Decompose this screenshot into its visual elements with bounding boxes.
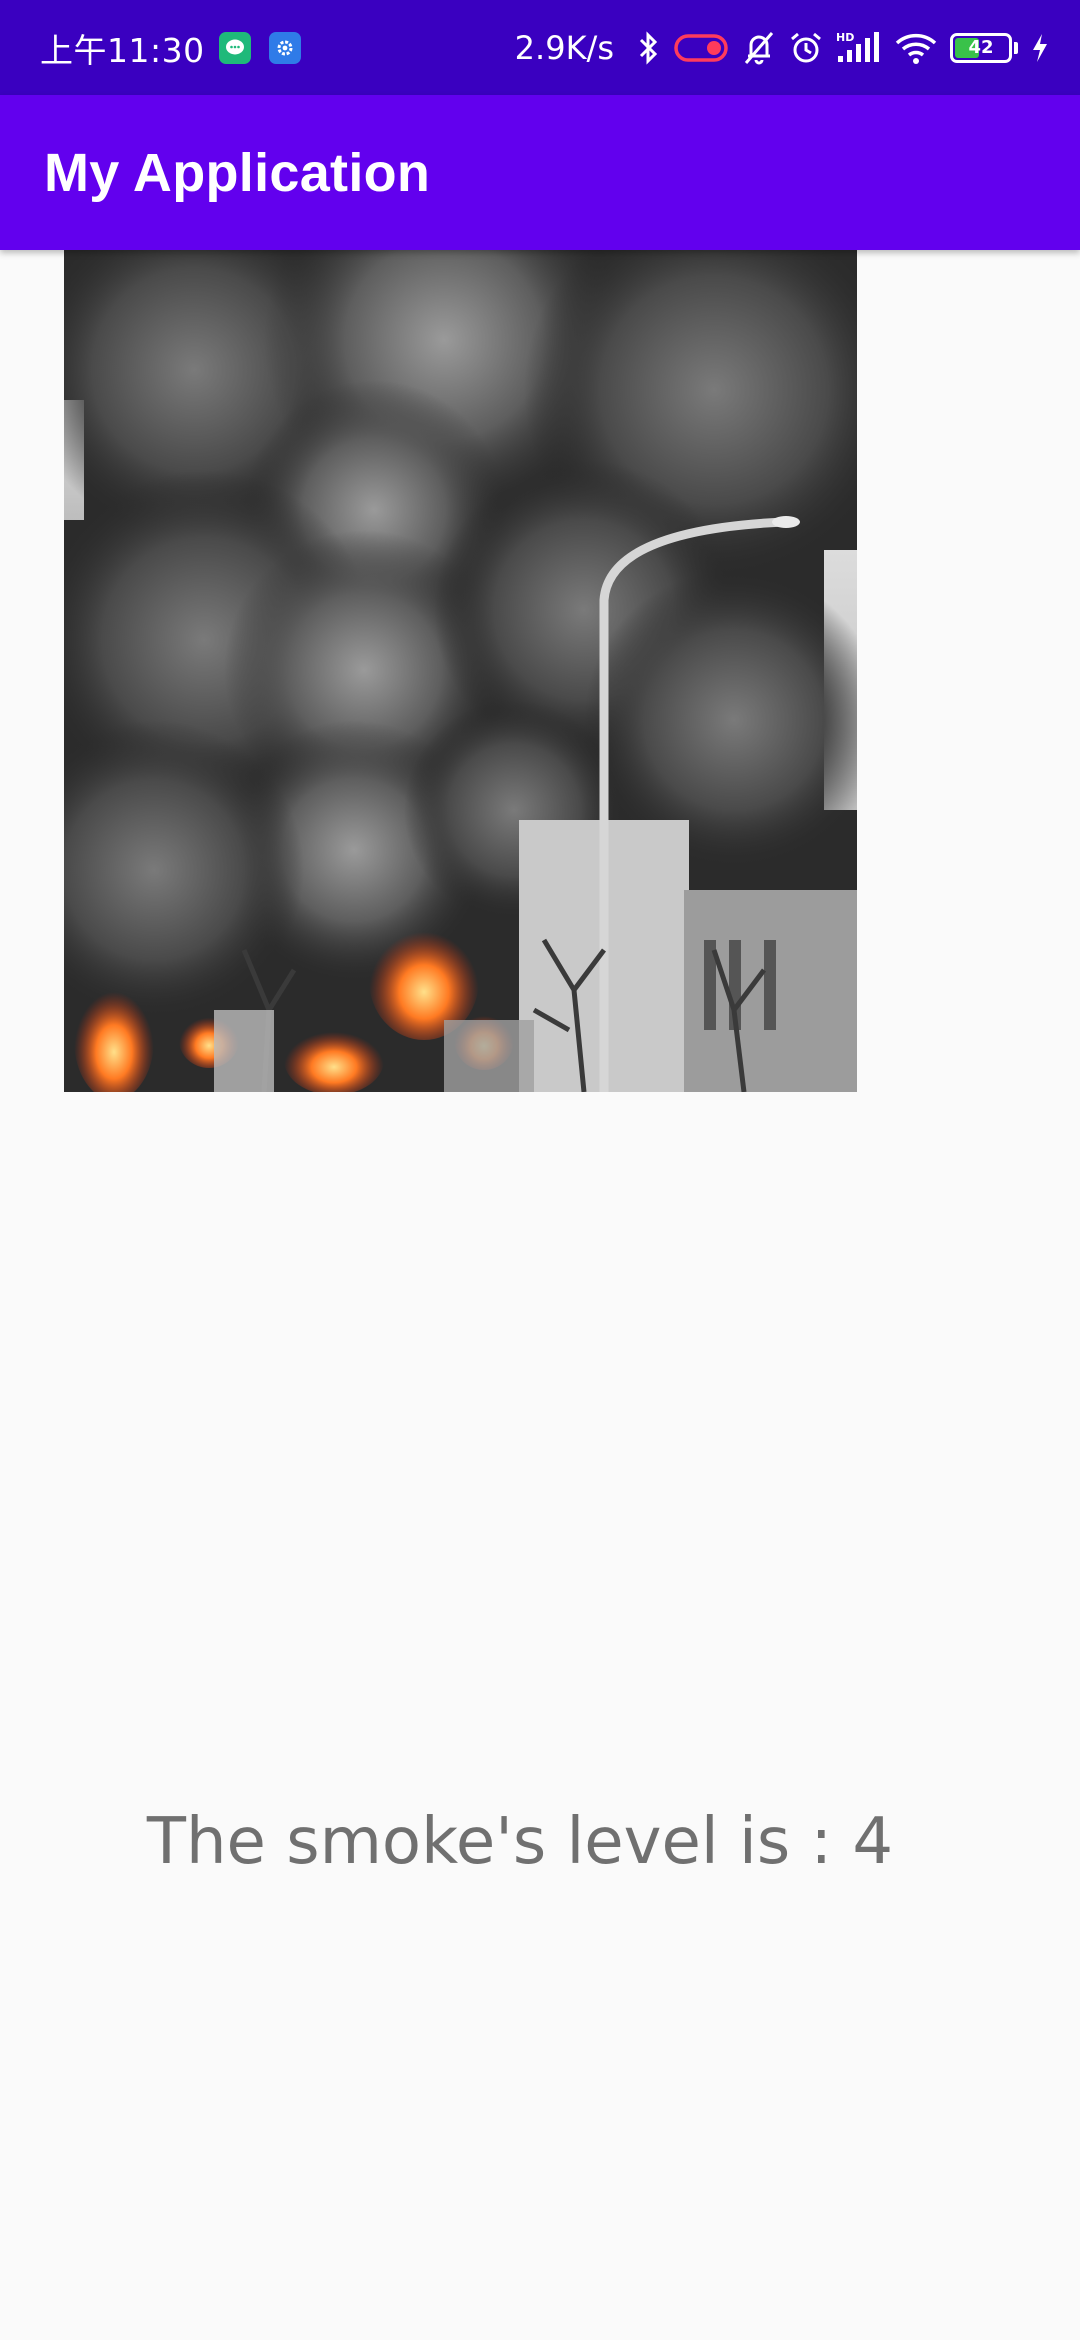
- status-left: 上午11:30: [40, 24, 301, 72]
- hd-signal-icon: HD: [836, 30, 882, 66]
- toggle-icon: [674, 32, 730, 64]
- status-right: 2.9K/s HD 42: [503, 29, 1050, 67]
- svg-text:HD: HD: [836, 31, 854, 44]
- fire-smoke-image: [64, 250, 857, 1092]
- wifi-icon: [894, 31, 938, 65]
- battery-level: 42: [968, 37, 994, 58]
- status-bar: 上午11:30 2.9K/s HD 42: [0, 0, 1080, 95]
- charging-icon: [1030, 32, 1050, 64]
- net-speed: 2.9K/s: [514, 28, 614, 67]
- fire-smoke-photo: [64, 250, 857, 1092]
- mute-bell-icon: [742, 30, 776, 66]
- chat-notification-icon: [218, 31, 251, 64]
- status-time: 上午11:30: [40, 30, 205, 70]
- bluetooth-icon: [636, 30, 662, 65]
- app-title: My Application: [44, 142, 431, 203]
- alarm-icon: [788, 30, 824, 66]
- app-bar: My Application: [0, 95, 1080, 250]
- battery-body: 42: [950, 32, 1012, 63]
- settings-notification-icon: [268, 31, 301, 64]
- smoke-level-text: The smoke's level is : 4: [146, 1805, 894, 1879]
- battery-icon: 42: [950, 32, 1018, 63]
- battery-tip: [1014, 41, 1018, 54]
